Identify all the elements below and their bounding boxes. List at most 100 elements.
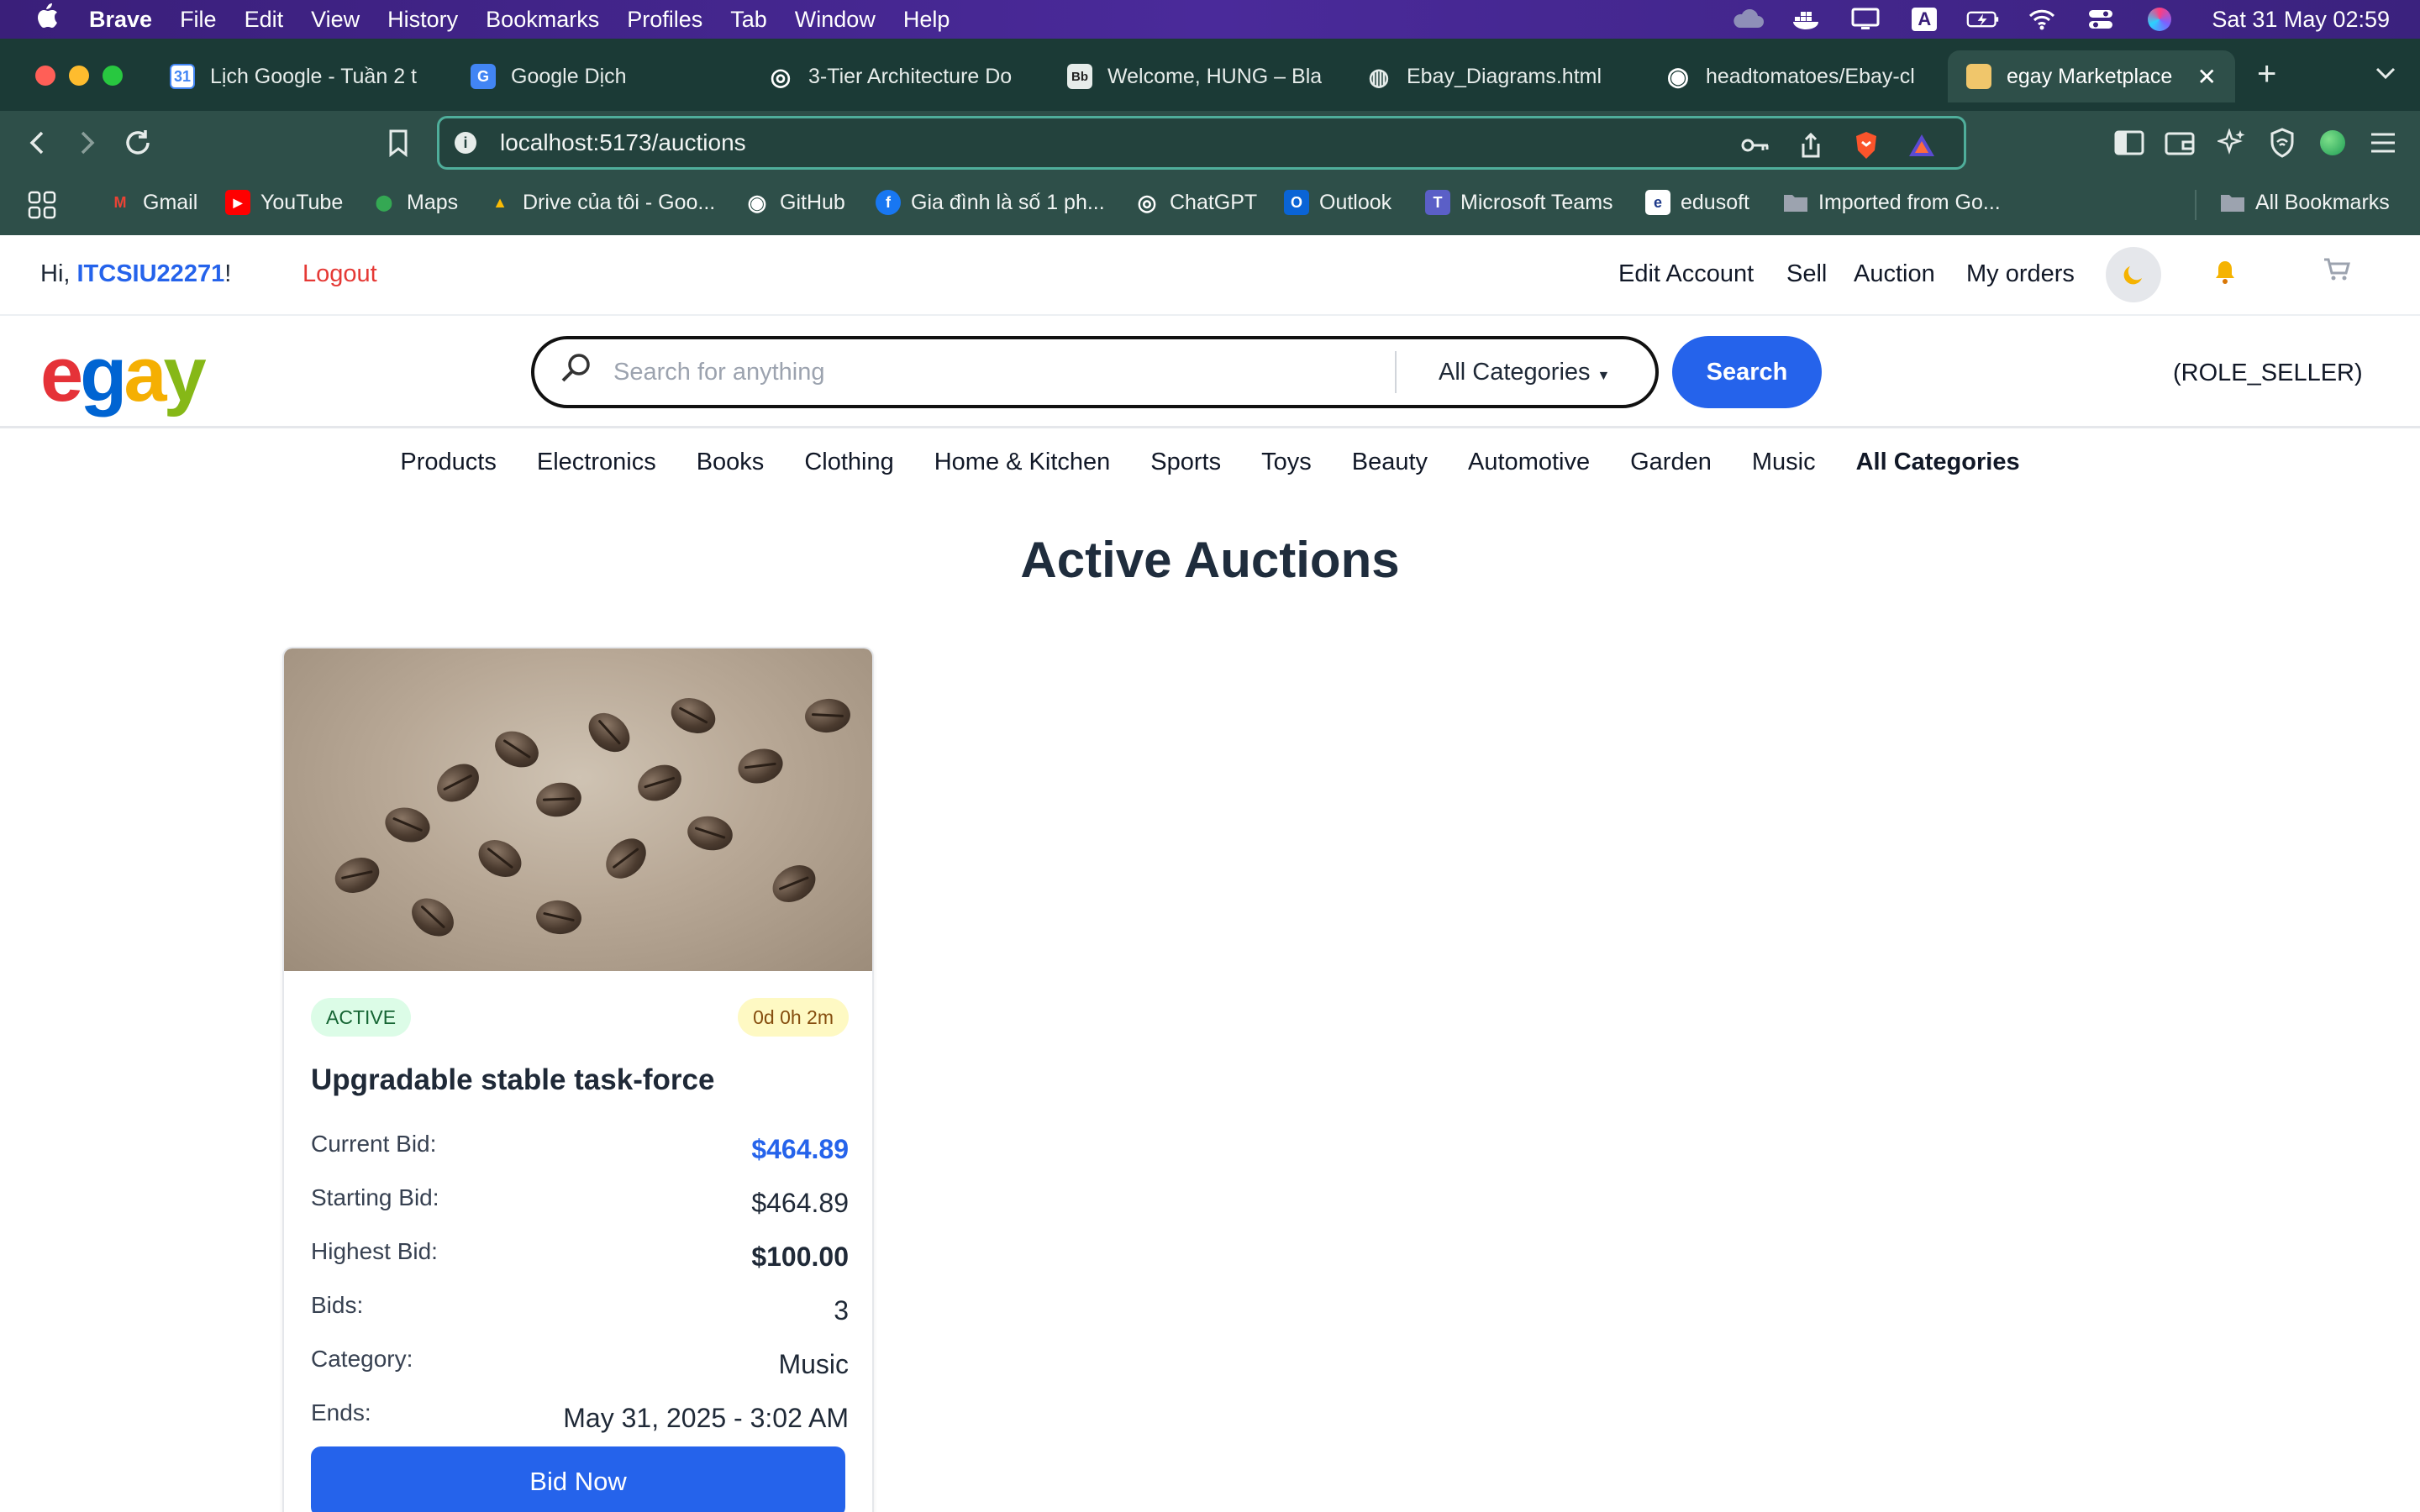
menu-bookmarks[interactable]: Bookmarks (486, 7, 599, 33)
wifi-icon[interactable] (2025, 7, 2059, 32)
menu-tab[interactable]: Tab (730, 7, 767, 33)
new-tab-icon[interactable]: + (2257, 55, 2276, 93)
category-books[interactable]: Books (697, 449, 765, 476)
bookmark-github[interactable]: ◉ GitHub (744, 190, 845, 215)
menu-edit[interactable]: Edit (245, 7, 284, 33)
siri-icon[interactable] (2143, 7, 2176, 32)
address-url[interactable]: localhost:5173/auctions (500, 129, 746, 156)
auction-card[interactable]: ACTIVE 0d 0h 2m Upgradable stable task-f… (282, 647, 874, 1512)
tab-github-repo[interactable]: ◉ headtomatoes/Ebay-cl (1665, 50, 1923, 102)
bookmark-google-drive[interactable]: ▲ Drive của tôi - Goo... (487, 190, 715, 215)
leo-ai-icon[interactable] (2215, 126, 2249, 160)
extension-green-icon[interactable] (2316, 126, 2349, 160)
coffee-bean (329, 851, 385, 900)
category-automotive[interactable]: Automotive (1468, 449, 1590, 476)
tab-ebay-diagrams[interactable]: ◍ Ebay_Diagrams.html (1366, 50, 1623, 102)
edit-account-link[interactable]: Edit Account (1618, 260, 1754, 288)
category-all-categories[interactable]: All Categories (1856, 449, 2020, 476)
egay-logo[interactable]: egay (40, 331, 207, 419)
bookmark-icon[interactable] (381, 126, 415, 160)
cloud-icon[interactable] (1731, 7, 1765, 32)
brave-shields-icon[interactable] (1851, 130, 1881, 160)
menu-view[interactable]: View (311, 7, 360, 33)
share-icon[interactable] (1796, 130, 1826, 160)
category-home-kitchen[interactable]: Home & Kitchen (934, 449, 1111, 476)
category-select[interactable]: All Categories ▼ (1439, 359, 1610, 386)
bookmark-youtube[interactable]: ▶ YouTube (225, 190, 343, 215)
menu-file[interactable]: File (180, 7, 217, 33)
window-minimize-button[interactable] (69, 66, 89, 86)
cart-icon[interactable] (2323, 257, 2351, 289)
apple-menu-icon[interactable] (30, 2, 64, 37)
tab-google-calendar[interactable]: 31 Lịch Google - Tuần 2 t (170, 50, 427, 102)
tab-label: Welcome, HUNG – Bla (1107, 64, 1323, 88)
docker-icon[interactable] (1790, 7, 1823, 32)
sidebar-icon[interactable] (2112, 126, 2146, 160)
menubar-clock[interactable]: Sat 31 May 02:59 (2212, 7, 2390, 33)
search-button[interactable]: Search (1672, 336, 1822, 408)
tab-google-translate[interactable]: G Google Dịch (471, 50, 748, 102)
bookmark-all-bookmarks[interactable]: All Bookmarks (2220, 190, 2390, 215)
tab-blackboard-welcome[interactable]: Bb Welcome, HUNG – Bla (1067, 50, 1324, 102)
tab-label: 3-Tier Architecture Do (808, 64, 1013, 88)
sell-link[interactable]: Sell (1786, 260, 1827, 288)
starting-bid-row: Starting Bid: $464.89 (311, 1184, 849, 1226)
menu-window[interactable]: Window (795, 7, 876, 33)
menu-profiles[interactable]: Profiles (627, 7, 702, 33)
my-orders-link[interactable]: My orders (1966, 260, 2075, 288)
menu-history[interactable]: History (387, 7, 458, 33)
reload-icon[interactable] (121, 126, 155, 160)
bookmark-microsoft-teams[interactable]: T Microsoft Teams (1425, 190, 1613, 215)
category-toys[interactable]: Toys (1261, 449, 1312, 476)
bookmark-edusoft[interactable]: e edusoft (1645, 190, 1749, 215)
hamburger-menu-icon[interactable] (2366, 126, 2400, 160)
category-garden[interactable]: Garden (1630, 449, 1712, 476)
auction-product-image[interactable] (284, 648, 872, 971)
tab-close-icon[interactable]: ✕ (2197, 63, 2217, 91)
vpn-shield-icon[interactable] (2265, 126, 2299, 160)
bid-now-button[interactable]: Bid Now (311, 1446, 845, 1512)
greeting-suffix: ! (224, 260, 232, 287)
category-electronics[interactable]: Electronics (537, 449, 656, 476)
tab-list-chevron-icon[interactable] (2375, 59, 2396, 86)
bookmark-folder-imported[interactable]: Imported from Go... (1783, 190, 2001, 215)
key-icon[interactable] (1740, 130, 1770, 160)
search-input[interactable] (613, 358, 1395, 386)
chatgpt-icon: ◎ (1137, 189, 1157, 215)
window-zoom-button[interactable] (103, 66, 123, 86)
bookmark-facebook[interactable]: f Gia đình là số 1 ph... (876, 190, 1105, 215)
forward-icon[interactable] (71, 126, 104, 160)
window-close-button[interactable] (35, 66, 55, 86)
battery-icon[interactable] (1966, 7, 2000, 32)
tab-3-tier-architecture[interactable]: ◎ 3-Tier Architecture Do (768, 50, 1025, 102)
logout-link[interactable]: Logout (302, 260, 377, 288)
menu-app-brave[interactable]: Brave (89, 7, 152, 33)
category-products[interactable]: Products (400, 449, 496, 476)
apps-grid-icon[interactable] (27, 190, 57, 220)
address-bar[interactable]: i localhost:5173/auctions (437, 116, 1966, 170)
wallet-icon[interactable] (2163, 126, 2196, 160)
back-icon[interactable] (20, 126, 54, 160)
bookmark-maps[interactable]: ⬤ Maps (371, 190, 458, 215)
auction-link[interactable]: Auction (1854, 260, 1935, 288)
category-beauty[interactable]: Beauty (1352, 449, 1428, 476)
category-clothing[interactable]: Clothing (804, 449, 893, 476)
display-icon[interactable] (1849, 7, 1882, 32)
category-sports[interactable]: Sports (1150, 449, 1221, 476)
username: ITCSIU22271 (76, 260, 225, 287)
control-center-icon[interactable] (2084, 7, 2118, 32)
dark-mode-toggle-moon-icon[interactable] (2106, 247, 2161, 302)
menu-help[interactable]: Help (903, 7, 950, 33)
bookmark-outlook[interactable]: O Outlook (1284, 190, 1392, 215)
bookmark-chatgpt[interactable]: ◎ ChatGPT (1134, 189, 1258, 215)
bookmark-gmail[interactable]: M Gmail (108, 190, 198, 215)
input-source-icon[interactable]: A (1907, 7, 1941, 32)
tab-egay-marketplace[interactable]: egay Marketplace ✕ (1948, 50, 2235, 102)
globe-icon: ◍ (1368, 63, 1390, 90)
row-label: Category: (311, 1346, 413, 1372)
notifications-bell-icon[interactable] (2213, 259, 2237, 292)
auction-title[interactable]: Upgradable stable task-force (311, 1063, 714, 1097)
brave-rewards-icon[interactable] (1907, 130, 1937, 160)
category-music[interactable]: Music (1752, 449, 1816, 476)
site-info-icon[interactable]: i (455, 132, 476, 154)
